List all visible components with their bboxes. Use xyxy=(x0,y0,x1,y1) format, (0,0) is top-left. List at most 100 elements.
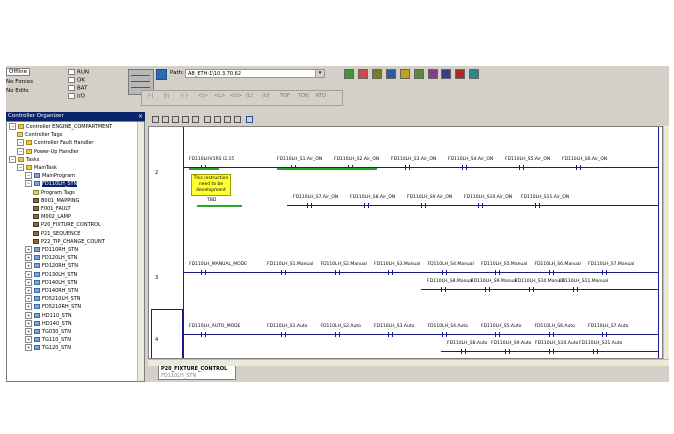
output-tag[interactable]: FD110LH_S8.Manual xyxy=(427,279,473,284)
properties-icon[interactable] xyxy=(204,116,211,123)
output-coil[interactable] xyxy=(441,287,446,292)
branch-level-button[interactable]: <L> xyxy=(214,93,225,102)
expand-icon[interactable]: + xyxy=(25,303,32,311)
output-tag[interactable]: FD110LH_S7.Auto xyxy=(588,324,628,329)
test-icon[interactable] xyxy=(413,69,424,79)
tree-item[interactable]: + FD140RH_STN xyxy=(25,287,78,295)
upload-icon[interactable] xyxy=(371,69,382,79)
output-coil[interactable] xyxy=(405,165,410,170)
online-icon[interactable] xyxy=(344,69,354,79)
redo-icon[interactable] xyxy=(234,116,241,123)
output-tag[interactable]: FD110LH_S10.Air_ON xyxy=(464,195,512,200)
selected-rung-marker[interactable] xyxy=(151,309,183,358)
output-coil[interactable] xyxy=(281,270,286,275)
output-tag[interactable]: FD110LH_S9.Manual xyxy=(471,279,517,284)
tree-item[interactable]: + FD5210RH_STN xyxy=(25,303,81,311)
help-icon[interactable] xyxy=(469,69,480,79)
ladder-vertical-scrollbar[interactable] xyxy=(663,126,669,359)
output-tag[interactable]: FD110LH_S6.Manual xyxy=(535,262,581,267)
expand-icon[interactable]: + xyxy=(25,262,32,270)
tree-item[interactable]: + TG120_STN xyxy=(25,344,71,352)
expand-icon[interactable]: − xyxy=(25,172,32,180)
expand-icon[interactable]: + xyxy=(25,311,32,319)
output-coil[interactable] xyxy=(529,287,534,292)
output-tag[interactable]: FD110LH_S8.Auto xyxy=(447,341,487,346)
tree-item[interactable]: Program Tags xyxy=(33,189,75,197)
tree-item[interactable]: + HD110_STN xyxy=(25,311,72,320)
tree-item[interactable]: + FD5210LH_STN xyxy=(25,295,80,303)
tree-item[interactable]: − FD110LH_STN xyxy=(25,180,78,188)
output-tag[interactable]: FD110LH_S7.Air_ON xyxy=(293,195,338,200)
network-icon[interactable] xyxy=(156,69,167,80)
output-tag[interactable]: FD110LH_S2.Manual xyxy=(321,262,367,267)
expand-icon[interactable]: + xyxy=(25,254,32,262)
routine-tab[interactable]: P20_FIXTURE_CONTROL FD110LH_STN xyxy=(158,366,236,380)
output-coil[interactable] xyxy=(441,332,447,337)
output-coil[interactable] xyxy=(334,270,340,275)
output-coil[interactable] xyxy=(602,332,607,337)
tree-item[interactable]: − Power-Up Handler xyxy=(17,147,79,156)
zoom-icon[interactable] xyxy=(152,116,159,123)
expand-icon[interactable]: − xyxy=(17,147,24,155)
output-tag[interactable]: FD110LH_S11.Auto xyxy=(579,341,622,346)
rung-number[interactable]: 3 xyxy=(155,275,158,281)
expand-icon[interactable]: + xyxy=(25,278,32,286)
download-icon[interactable] xyxy=(357,69,368,79)
output-coil[interactable] xyxy=(495,332,500,337)
tree-item[interactable]: + HD140_STN xyxy=(25,319,72,328)
output-tag[interactable]: FD110LH_S5.Auto xyxy=(481,324,521,329)
output-tag[interactable]: FD110LH_S4.Manual xyxy=(428,262,474,267)
undo-icon[interactable] xyxy=(224,116,231,123)
tree-item[interactable]: + FD130LH_STN xyxy=(25,270,77,279)
tof-button[interactable]: TOF xyxy=(280,93,290,102)
branch-button[interactable]: <|> xyxy=(198,93,208,102)
tree-item[interactable]: − Controller Fault Handler xyxy=(17,139,93,147)
expand-icon[interactable]: + xyxy=(25,270,32,278)
tree-item[interactable]: P20_FIXTURE_CONTROL xyxy=(33,221,101,229)
output-tag[interactable]: FD110LH_S6.Air_ON xyxy=(562,157,607,162)
output-tag[interactable]: FD110LH_S8.Air_ON xyxy=(350,195,395,200)
tree-item[interactable]: P21_SEQUENCE xyxy=(33,230,80,238)
otl-button[interactable]: (L) xyxy=(246,93,253,102)
output-coil[interactable] xyxy=(495,270,500,275)
tree-item[interactable]: Controller Tags xyxy=(17,131,62,139)
output-tag[interactable]: FD110LH_S10.Manual xyxy=(515,279,564,284)
output-tag[interactable]: FD110LH_S9.Auto xyxy=(491,341,531,346)
output-tag[interactable]: FD110LH_S5.Manual xyxy=(481,262,527,267)
expand-icon[interactable]: + xyxy=(25,287,32,294)
output-coil[interactable] xyxy=(441,270,447,275)
path-combo[interactable]: AB_ETH-1\10.3.70.62 ▾ xyxy=(185,69,325,78)
tree-view-icon[interactable] xyxy=(246,116,253,123)
output-tag[interactable]: FD110LH_S7.Manual xyxy=(588,262,634,267)
tree-item[interactable]: − Tasks xyxy=(9,155,39,164)
expand-icon[interactable]: + xyxy=(25,295,32,303)
tree-item[interactable]: B001_MAPPING xyxy=(33,197,79,205)
find-next-icon[interactable] xyxy=(182,116,189,123)
output-coil[interactable] xyxy=(549,349,554,354)
output-coil[interactable] xyxy=(307,203,312,208)
ton-button[interactable]: TON xyxy=(298,93,309,102)
mode-selector[interactable]: Offline xyxy=(6,68,31,76)
output-coil[interactable] xyxy=(576,165,581,170)
ote-button[interactable]: -( )- xyxy=(180,93,189,102)
output-coil[interactable] xyxy=(281,332,286,337)
output-tag[interactable]: FD110LH_S11.Manual xyxy=(559,279,608,284)
expand-icon[interactable]: + xyxy=(25,246,32,253)
tree-item[interactable]: + FD120RH_STN xyxy=(25,262,78,270)
output-tag[interactable]: FD110LH_S3.Auto xyxy=(374,324,414,329)
expand-icon[interactable]: − xyxy=(17,164,24,171)
output-coil[interactable] xyxy=(461,349,466,354)
expand-icon[interactable]: − xyxy=(9,155,16,163)
verify-icon[interactable] xyxy=(427,69,438,79)
output-tag[interactable]: FD110LH_S3.Air_ON xyxy=(391,157,436,162)
output-tag[interactable]: FD110LH_S6.Auto xyxy=(535,324,575,329)
unlatch-branch-button[interactable]: <U> xyxy=(230,93,242,102)
chevron-down-icon[interactable]: ▾ xyxy=(315,70,324,77)
find-prev-icon[interactable] xyxy=(192,116,199,123)
tree-item[interactable]: + FD110RH_STN xyxy=(25,246,78,254)
output-tag[interactable]: FD110LH_S1.Auto xyxy=(267,324,307,329)
tree-item[interactable]: − Controller ENGINE_COMPARTMENT xyxy=(9,123,112,131)
run-mode-icon[interactable] xyxy=(385,69,396,79)
input-tag[interactable]: FD110LH_AUTO_MODE xyxy=(189,324,240,329)
tree-item[interactable]: + FD120LH_STN xyxy=(25,254,77,262)
